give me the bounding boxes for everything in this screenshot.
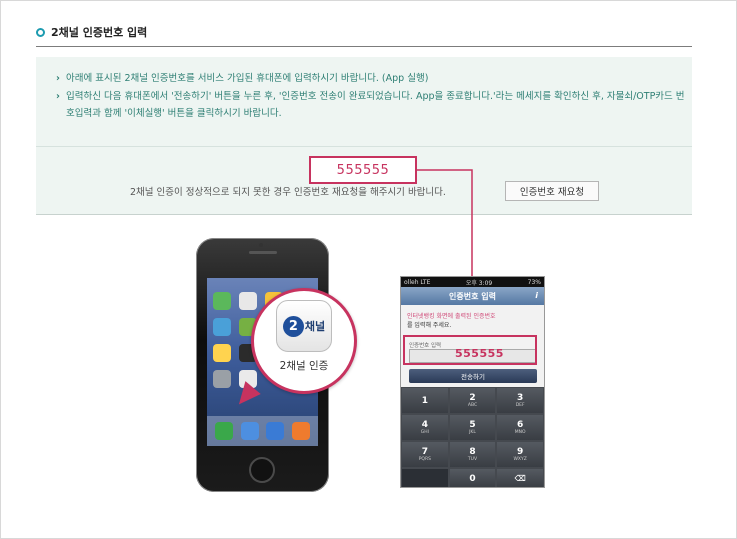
keypad-key: 7 PQRS <box>401 441 449 468</box>
battery-label: 73% <box>527 278 541 286</box>
keypad-key: 6 MNO <box>496 414 544 441</box>
keypad-key: 2 ABC <box>448 387 497 414</box>
instruction-item: 입력하신 다음 휴대폰에서 '전송하기' 버튼을 누른 후, '인증번호 전송이… <box>56 88 686 122</box>
speaker-icon <box>249 251 277 254</box>
keypad-key: 8 TUV <box>448 441 497 468</box>
carrier-label: olleh LTE <box>404 278 431 286</box>
keypad-key: 0 <box>448 468 497 487</box>
keypad-key: 5 JKL <box>448 414 497 441</box>
app-2channel-icon: 2 채널 <box>276 300 332 352</box>
backspace-icon: ⌫ <box>496 468 544 487</box>
keypad-key: 4 GHI <box>401 414 449 441</box>
reissue-code-button[interactable]: 인증번호 재요청 <box>505 181 599 201</box>
app-messages-icon <box>213 292 231 310</box>
dock-phone-icon <box>214 422 233 440</box>
screen-desc-line2: 를 입력해 주세요. <box>407 322 452 329</box>
auth-code-display: 555555 <box>309 156 417 184</box>
status-time: 오후 3:09 <box>465 279 493 287</box>
status-bar: olleh LTE 오후 3:09 73% <box>401 277 544 287</box>
screen-title-bar: 인증번호 입력 i <box>401 287 544 305</box>
keypad-blank <box>401 468 449 487</box>
screen-desc-line1: 인터넷뱅킹 화면에 출력된 인증번호 <box>407 313 496 320</box>
info-icon: i <box>535 291 538 300</box>
app-icon-number: 2 <box>282 315 304 337</box>
keypad-key: 1 <box>401 387 449 414</box>
app-youtube-icon <box>213 318 231 336</box>
app-icon-word: 채널 <box>304 320 326 333</box>
keypad-key: 9 WXYZ <box>496 441 544 468</box>
phone-auth-screen: olleh LTE 오후 3:09 73% 인증번호 입력 i 인터넷뱅킹 화면… <box>400 276 545 488</box>
camera-icon <box>259 243 263 247</box>
dock-mail-icon <box>240 422 259 440</box>
dock-safari-icon <box>266 422 285 440</box>
dock-ipod-icon <box>292 422 311 440</box>
phone-code-value: 555555 <box>455 347 504 360</box>
circle-bullet-icon <box>36 27 45 37</box>
app-calendar-icon <box>239 292 257 310</box>
send-button: 전송하기 <box>409 369 537 383</box>
home-button-icon <box>249 457 275 483</box>
reissue-message: 2채널 인증이 정상적으로 되지 못한 경우 인증번호 재요청을 해주시기 바랍… <box>130 187 446 198</box>
section-title: 2채널 인증번호 입력 <box>51 26 148 39</box>
section-header: 2채널 인증번호 입력 <box>36 24 147 40</box>
keypad-key: 3 DEF <box>496 387 544 414</box>
screen-title: 인증번호 입력 <box>449 291 496 301</box>
info-divider <box>36 146 692 147</box>
numeric-keypad: 1 2 ABC 3 DEF 4 GHI 5 JKL 6 MNO 7 PQRS 8 TUV 9W… <box>401 387 544 487</box>
instruction-list: 아래에 표시된 2채널 인증번호를 서비스 가입된 휴대폰에 입력하시기 바랍니… <box>56 70 686 122</box>
phone-dock <box>207 416 318 446</box>
app-label: 2채널 인증 <box>279 360 329 372</box>
app-settings-icon <box>213 370 231 388</box>
app-notes-icon <box>213 344 231 362</box>
instruction-item: 아래에 표시된 2채널 인증번호를 서비스 가입된 휴대폰에 입력하시기 바랍니… <box>56 70 686 87</box>
title-divider <box>36 46 692 47</box>
